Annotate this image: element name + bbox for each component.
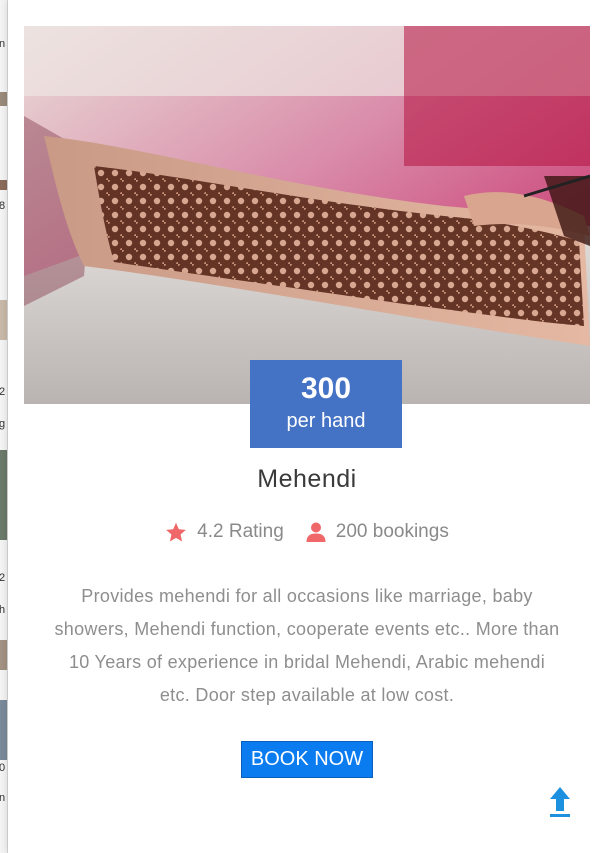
mehendi-hand-photo <box>24 26 590 404</box>
edge-glyph: 0 <box>0 762 5 774</box>
service-description: Provides mehendi for all occasions like … <box>54 586 560 705</box>
scroll-to-top-button[interactable] <box>548 785 572 819</box>
price-badge: 300 per hand <box>250 360 402 448</box>
edge-glyph: n <box>0 792 5 804</box>
service-title: Mehendi <box>257 465 357 493</box>
rating-info: 4.2 Rating <box>165 521 284 543</box>
edge-glyph: h <box>0 604 5 616</box>
price-unit: per hand <box>286 410 366 432</box>
viewport: n 8 2 g 2 h 0 n <box>0 0 611 853</box>
book-now-button[interactable]: BOOK NOW <box>241 741 373 778</box>
user-icon <box>306 522 326 542</box>
bookings-text: 200 bookings <box>335 521 449 542</box>
service-card: 300 per hand Mehendi 4.2 Rating 200 book… <box>8 0 611 853</box>
edge-glyph: n <box>0 38 5 50</box>
star-icon <box>165 522 187 543</box>
rating-text: 4.2 Rating <box>197 521 284 542</box>
arrow-up-icon <box>548 787 572 823</box>
price-amount: 300 <box>300 372 352 405</box>
background-page-edge: n 8 2 g 2 h 0 n <box>0 0 8 853</box>
edge-glyph: 2 <box>0 572 5 584</box>
service-meta: 4.2 Rating 200 bookings <box>8 521 606 543</box>
edge-glyph: 8 <box>0 200 5 212</box>
edge-glyph: 2 <box>0 386 5 398</box>
edge-glyph: g <box>0 418 5 430</box>
bookings-info: 200 bookings <box>306 521 449 543</box>
